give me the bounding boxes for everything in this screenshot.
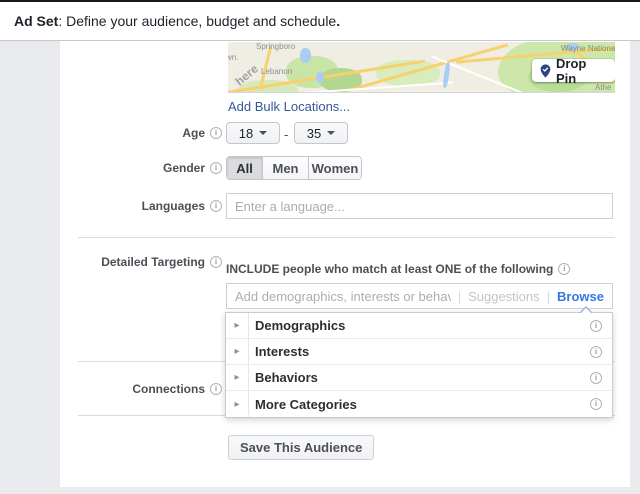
info-icon[interactable]: i	[210, 383, 222, 395]
dropdown-caret	[579, 306, 593, 313]
save-audience-button[interactable]: Save This Audience	[228, 435, 374, 460]
input-separator: |	[547, 289, 550, 304]
age-max-value: 35	[307, 126, 321, 141]
location-map[interactable]: Springboro Lebanon wn. here Wayne Nation…	[228, 42, 615, 93]
info-icon[interactable]: i	[590, 372, 602, 384]
add-bulk-locations-link[interactable]: Add Bulk Locations...	[228, 99, 350, 114]
category-label: Behaviors	[249, 370, 590, 385]
include-condition-text: INCLUDE people who match at least ONE of…	[226, 262, 570, 276]
drop-pin-label: Drop Pin	[556, 56, 606, 86]
section-header-period: .	[336, 13, 340, 29]
category-row-interests[interactable]: ▸ Interests i	[226, 339, 612, 365]
map-water	[442, 62, 451, 88]
detailed-targeting-input[interactable]	[235, 289, 451, 304]
category-row-behaviors[interactable]: ▸ Behaviors i	[226, 365, 612, 391]
chevron-right-icon: ▸	[226, 320, 248, 331]
browse-link[interactable]: Browse	[557, 289, 604, 304]
category-label: More Categories	[249, 397, 590, 412]
age-min-value: 18	[239, 126, 253, 141]
age-min-select[interactable]: 18	[226, 122, 280, 144]
category-label: Interests	[249, 344, 590, 359]
info-icon[interactable]: i	[558, 263, 570, 275]
map-water	[316, 72, 324, 83]
gender-label-group: Gender i	[60, 160, 222, 176]
chevron-right-icon: ▸	[226, 346, 248, 357]
gender-segmented-control: All Men Women	[226, 156, 362, 180]
age-label: Age	[182, 126, 205, 140]
category-row-more-categories[interactable]: ▸ More Categories i	[226, 391, 612, 417]
detailed-targeting-inputbox: | Suggestions | Browse	[226, 283, 613, 309]
languages-input[interactable]	[226, 193, 613, 219]
drop-pin-button[interactable]: Drop Pin	[532, 59, 615, 82]
info-icon[interactable]: i	[210, 162, 222, 174]
info-icon[interactable]: i	[590, 320, 602, 332]
category-label: Demographics	[249, 318, 590, 333]
section-header-title: Ad Set	[14, 13, 58, 29]
section-header-subtitle: : Define your audience, budget and sched…	[58, 13, 336, 29]
languages-label-group: Languages i	[60, 198, 222, 214]
map-label-wayne-national: Wayne National	[561, 44, 609, 54]
detailed-targeting-label: Detailed Targeting	[101, 255, 205, 269]
info-icon[interactable]: i	[210, 127, 222, 139]
gender-option-women[interactable]: Women	[309, 157, 361, 179]
category-row-demographics[interactable]: ▸ Demographics i	[226, 313, 612, 339]
browse-categories-dropdown: ▸ Demographics i ▸ Interests i ▸ Behavio…	[225, 312, 613, 418]
drop-pin-icon	[539, 64, 552, 78]
age-range-separator: -	[284, 127, 288, 142]
age-max-select[interactable]: 35	[294, 122, 348, 144]
section-header: Ad Set: Define your audience, budget and…	[0, 0, 640, 41]
connections-label: Connections	[132, 382, 205, 396]
info-icon[interactable]: i	[210, 256, 222, 268]
gender-option-all[interactable]: All	[227, 157, 263, 179]
languages-label: Languages	[142, 199, 205, 213]
gender-label: Gender	[163, 161, 205, 175]
suggestions-link[interactable]: Suggestions	[468, 289, 540, 304]
detailed-targeting-label-group: Detailed Targeting i	[60, 254, 222, 270]
chevron-down-icon	[259, 131, 267, 135]
map-label-wn: wn.	[228, 53, 238, 62]
include-condition-label: INCLUDE people who match at least ONE of…	[226, 262, 553, 276]
map-water	[300, 48, 311, 63]
info-icon[interactable]: i	[590, 398, 602, 410]
chevron-right-icon: ▸	[226, 399, 248, 410]
input-separator: |	[458, 289, 461, 304]
chevron-right-icon: ▸	[226, 372, 248, 383]
info-icon[interactable]: i	[590, 346, 602, 358]
gender-option-men[interactable]: Men	[263, 157, 309, 179]
info-icon[interactable]: i	[210, 200, 222, 212]
connections-label-group: Connections i	[60, 381, 222, 397]
age-label-group: Age i	[60, 125, 222, 141]
section-divider	[78, 237, 615, 238]
map-label-lebanon: Lebanon	[261, 67, 292, 76]
ad-set-screen: Ad Set: Define your audience, budget and…	[0, 0, 640, 494]
chevron-down-icon	[327, 131, 335, 135]
map-label-springboro: Springboro	[256, 42, 295, 51]
